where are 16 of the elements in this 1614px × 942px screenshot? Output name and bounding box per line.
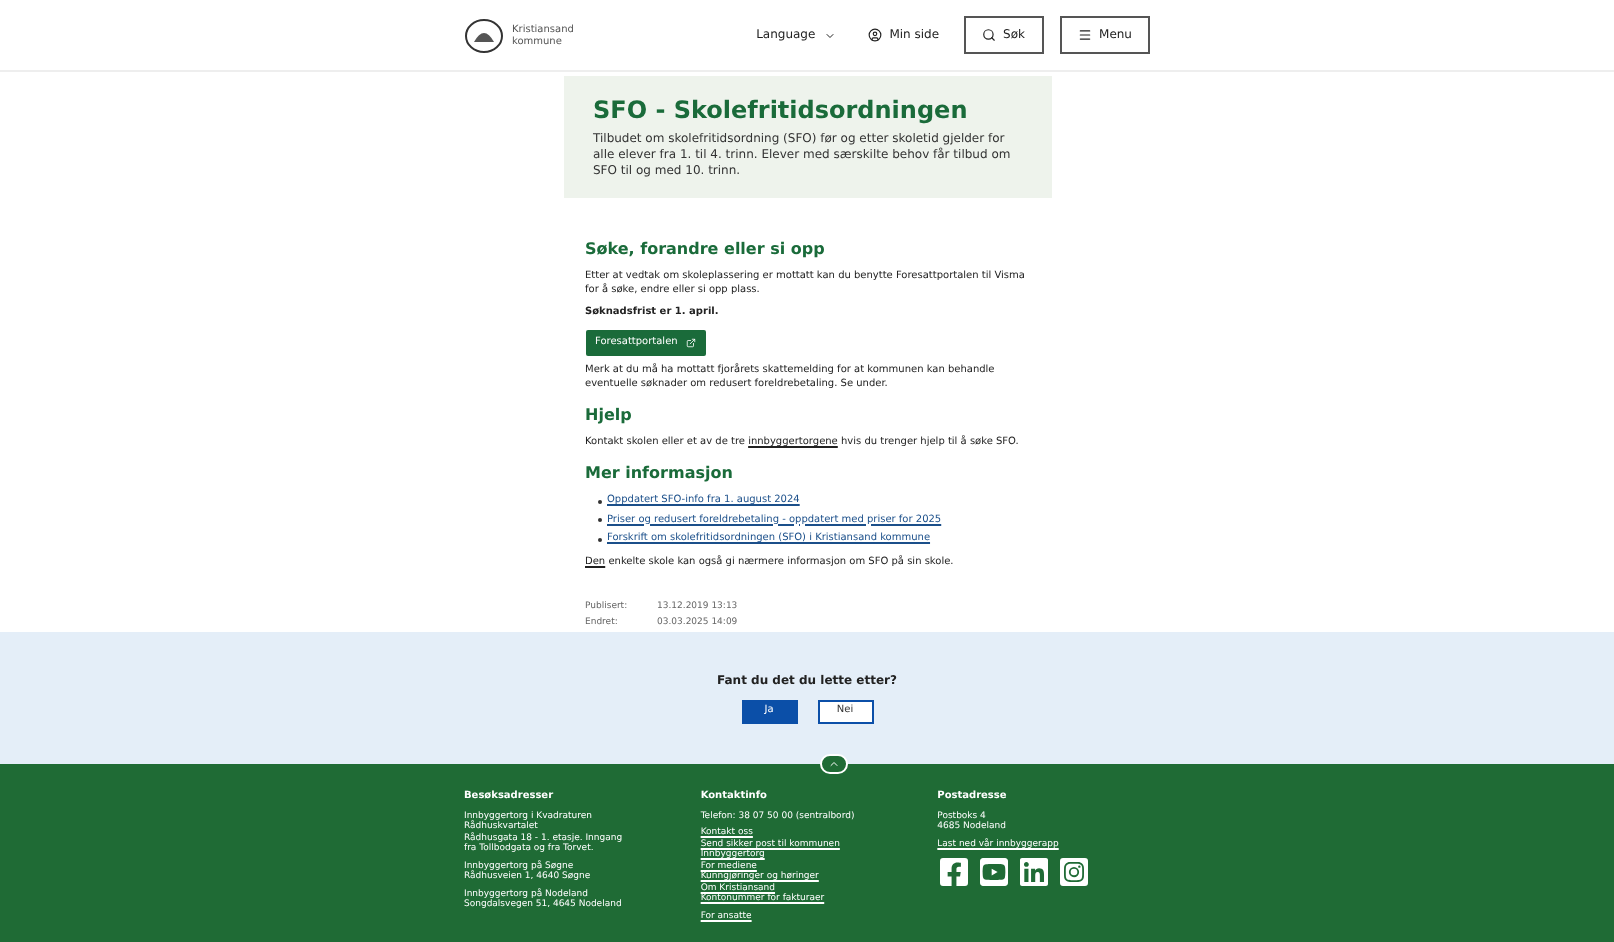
linkedin-icon[interactable] [1017,856,1050,888]
external-link-icon [685,337,696,348]
back-to-top-button[interactable] [820,754,848,774]
coat-of-arms-logo[interactable] [464,17,504,53]
section-heading: Hjelp [585,404,634,428]
menu-icon [1077,28,1092,42]
search-icon [981,28,996,42]
chevron-icon [823,29,836,41]
section-heading: Søke, forandre eller si opp [585,238,827,262]
user-icon [867,28,882,42]
youtube-icon[interactable] [977,856,1010,888]
facebook-icon[interactable] [937,856,970,888]
section-heading: Mer informasjon [585,462,735,486]
chevron-up-icon [828,758,840,770]
instagram-icon[interactable] [1057,856,1090,888]
page-title: SFO - Skolefritidsordningen [593,96,970,124]
